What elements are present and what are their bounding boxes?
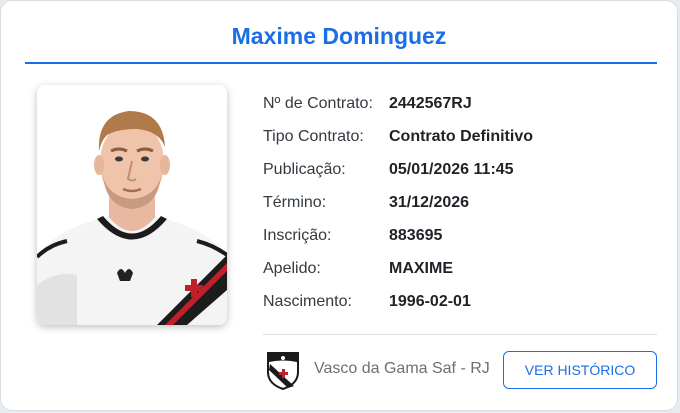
detail-label: Nº de Contrato: [263, 95, 373, 112]
view-history-button[interactable]: VER HISTÓRICO [503, 351, 657, 389]
footer-divider [263, 334, 657, 335]
detail-value: 05/01/2026 11:45 [389, 161, 514, 178]
detail-label: Nascimento: [263, 293, 352, 310]
vasco-crest-icon [266, 350, 300, 391]
detail-value: Contrato Definitivo [389, 128, 533, 145]
player-photo [37, 85, 227, 325]
detail-label: Apelido: [263, 260, 321, 277]
detail-label: Publicação: [263, 161, 346, 178]
club-name: Vasco da Gama Saf - RJ [314, 360, 490, 377]
detail-value: MAXIME [389, 260, 453, 277]
detail-value: 2442567RJ [389, 95, 472, 112]
contract-card: Maxime Dominguez Nº de Contrato: 2442567… [0, 0, 678, 411]
detail-value: 1996-02-01 [389, 293, 471, 310]
detail-label: Tipo Contrato: [263, 128, 364, 145]
player-name-title: Maxime Dominguez [231, 23, 447, 49]
detail-value: 31/12/2026 [389, 194, 470, 211]
detail-label: Término: [263, 194, 327, 211]
detail-value: 883695 [389, 227, 443, 244]
detail-label: Inscrição: [263, 227, 332, 244]
title-divider [25, 62, 657, 64]
